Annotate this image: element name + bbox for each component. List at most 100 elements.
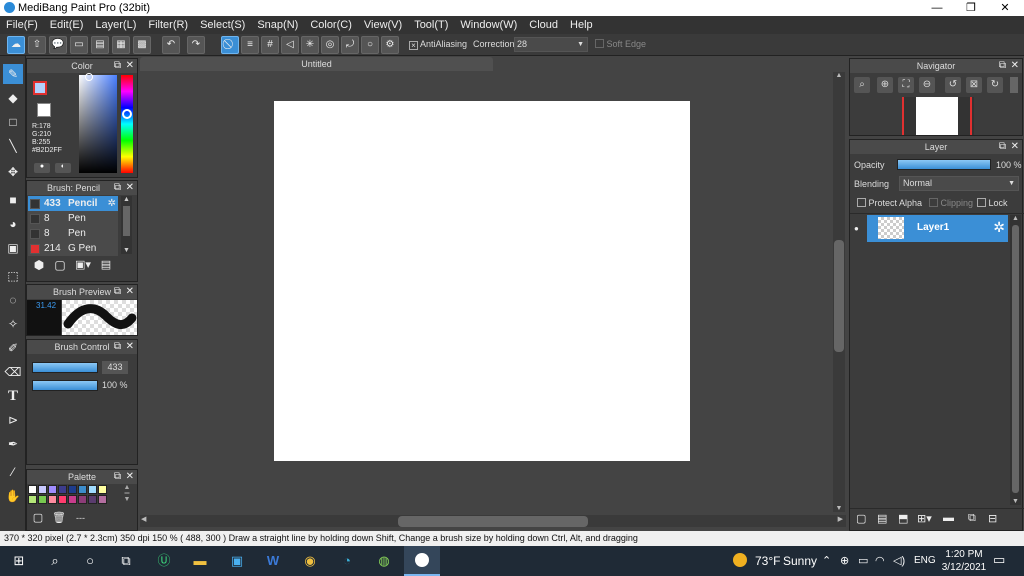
weather-temp[interactable]: 73°F: [755, 554, 780, 568]
brush-list-scrollbar[interactable]: ▲ ▼: [121, 196, 132, 254]
chrome-icon[interactable]: ◉: [297, 550, 323, 572]
palette-swatch[interactable]: [48, 485, 57, 494]
hue-slider-handle[interactable]: [122, 109, 132, 119]
grid-icon[interactable]: ▩: [133, 36, 151, 54]
palette-swatch[interactable]: [58, 485, 67, 494]
antialiasing-checkbox[interactable]: × AntiAliasing: [409, 39, 467, 50]
move-tool-icon[interactable]: ✥: [3, 162, 23, 182]
palette-swatch[interactable]: [68, 495, 77, 504]
restore-button[interactable]: ❐: [954, 0, 988, 16]
menu-color[interactable]: Color(C): [304, 16, 358, 34]
brush-item-pencil[interactable]: 433 Pencil ✲: [28, 196, 118, 211]
windows-start-icon[interactable]: ⊞: [6, 550, 32, 572]
brush-tool-icon[interactable]: ✎: [3, 64, 23, 84]
color-swap-icon[interactable]: ◐: [55, 163, 71, 173]
menu-filter[interactable]: Filter(R): [142, 16, 194, 34]
menu-window[interactable]: Window(W): [454, 16, 523, 34]
brush-item-g-pen[interactable]: 214 G Pen: [28, 241, 118, 256]
eyedropper-tool-icon[interactable]: ✒: [3, 434, 23, 454]
search-icon[interactable]: ⌕: [42, 550, 68, 572]
wifi-icon[interactable]: ◠: [875, 554, 885, 567]
word-icon[interactable]: W: [260, 550, 286, 572]
popout-icon[interactable]: ⧉: [114, 59, 121, 73]
comment-icon[interactable]: ▭: [70, 36, 88, 54]
palette-swatch[interactable]: [78, 485, 87, 494]
scroll-left-icon[interactable]: ◀: [141, 515, 146, 523]
rectangle-tool-icon[interactable]: □: [3, 112, 23, 132]
operation-tool-icon[interactable]: ⊳: [3, 410, 23, 430]
snap-radial-icon[interactable]: ✳: [301, 36, 319, 54]
brush-item-pen[interactable]: 8 Pen: [28, 211, 118, 226]
palette-swatch[interactable]: [38, 495, 47, 504]
scroll-thumb[interactable]: [1012, 225, 1019, 493]
palette-swatch[interactable]: [28, 485, 37, 494]
trash-icon[interactable]: 🗑: [52, 511, 66, 525]
layer-row[interactable]: Layer1 ✲: [867, 215, 1008, 242]
brush-menu-icon[interactable]: ▣▾: [72, 258, 94, 274]
chevron-up-icon[interactable]: ⌃: [822, 554, 831, 567]
popout-icon[interactable]: ⧉: [999, 59, 1006, 73]
snap-off-icon[interactable]: ⃠: [221, 36, 239, 54]
scroll-up-icon[interactable]: ▲: [833, 72, 845, 79]
app-u-icon[interactable]: Ⓤ: [151, 550, 177, 572]
edge-icon[interactable]: ◔: [334, 550, 360, 572]
menu-tool[interactable]: Tool(T): [408, 16, 454, 34]
palette-swatch[interactable]: [48, 495, 57, 504]
text-tool-icon[interactable]: T: [3, 386, 23, 406]
language-indicator[interactable]: ENG: [914, 555, 936, 566]
weather-desc[interactable]: Sunny: [783, 554, 817, 568]
task-view-icon[interactable]: ⧉: [113, 550, 139, 572]
select-tool-icon[interactable]: ⬚: [3, 266, 23, 286]
layer-opacity-slider[interactable]: [897, 159, 991, 170]
close-icon[interactable]: ✕: [126, 340, 134, 354]
dropper-tool-icon[interactable]: ⁄: [3, 462, 23, 482]
snap-grid-icon[interactable]: #: [261, 36, 279, 54]
snap-circle-icon[interactable]: ◎: [321, 36, 339, 54]
undo-icon[interactable]: ↶: [162, 36, 180, 54]
new-halftone-layer-icon[interactable]: ▤: [877, 512, 887, 525]
notification-icon[interactable]: ▭: [993, 552, 1005, 568]
clock-date[interactable]: 3/12/2021: [938, 562, 990, 573]
scroll-up-icon[interactable]: ▲: [121, 196, 132, 203]
select-eraser-tool-icon[interactable]: ⌫: [3, 362, 23, 382]
close-icon[interactable]: ✕: [1011, 59, 1019, 73]
zoom-out-icon[interactable]: ⊖: [919, 77, 935, 93]
snap-ellipse-icon[interactable]: ○: [361, 36, 379, 54]
snap-curve-icon[interactable]: ⤾: [341, 36, 359, 54]
add-brush-icon[interactable]: ⬢: [31, 258, 47, 274]
popout-icon[interactable]: ⧉: [114, 470, 121, 484]
eraser-tool-icon[interactable]: ◆: [3, 88, 23, 108]
panel-icon[interactable]: ▦: [112, 36, 130, 54]
brush-size-value[interactable]: 433: [102, 361, 128, 374]
vertical-scroll-thumb[interactable]: [834, 240, 844, 352]
volume-icon[interactable]: ◁): [893, 554, 905, 567]
lock-checkbox[interactable]: Lock: [977, 198, 1008, 208]
palette-swatch[interactable]: [68, 485, 77, 494]
palette-swatch[interactable]: [98, 495, 107, 504]
brush-settings-icon[interactable]: ▤: [98, 258, 114, 274]
popout-icon[interactable]: ⧉: [114, 285, 121, 299]
menu-edit[interactable]: Edit(E): [44, 16, 90, 34]
horizontal-scroll-thumb[interactable]: [398, 516, 588, 527]
fill-rect-tool-icon[interactable]: ■: [3, 190, 23, 210]
close-icon[interactable]: ✕: [126, 59, 134, 73]
scroll-down-icon[interactable]: ▼: [1010, 498, 1021, 505]
medibang-taskbar-item[interactable]: [404, 546, 440, 576]
palette-swatch[interactable]: [28, 495, 37, 504]
menu-snap[interactable]: Snap(N): [251, 16, 304, 34]
new-brush-icon[interactable]: ▢: [52, 258, 68, 274]
merge-layer-icon[interactable]: ⊟: [988, 512, 997, 525]
zoom-icon[interactable]: ⌕: [854, 77, 870, 93]
popout-icon[interactable]: ⧉: [114, 340, 121, 354]
page-icon[interactable]: ▤: [91, 36, 109, 54]
correction-select[interactable]: 28 ▼: [514, 37, 588, 52]
close-icon[interactable]: ✕: [126, 181, 134, 195]
protect-alpha-checkbox[interactable]: Protect Alpha: [857, 198, 922, 208]
close-icon[interactable]: ✕: [126, 470, 134, 484]
close-button[interactable]: ✕: [988, 0, 1022, 16]
cortana-icon[interactable]: ○: [77, 550, 103, 572]
select-pen-tool-icon[interactable]: ✐: [3, 338, 23, 358]
foreground-color[interactable]: [33, 81, 47, 95]
snap-settings-icon[interactable]: ⚙: [381, 36, 399, 54]
fit-icon[interactable]: ⛶: [898, 77, 914, 93]
